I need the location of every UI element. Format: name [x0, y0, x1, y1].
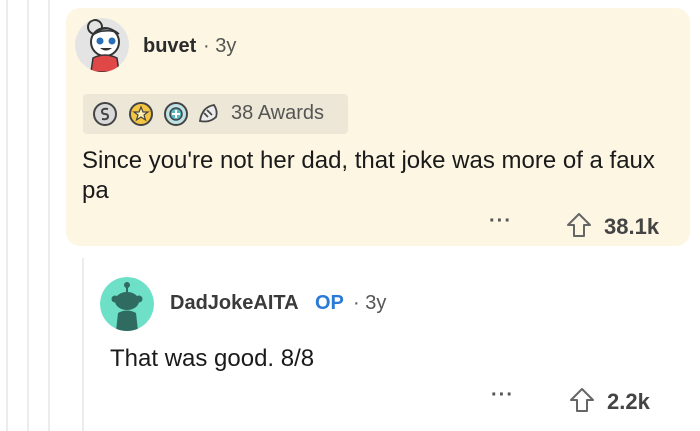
comment-body: That was good. 8/8 [110, 345, 315, 372]
comment-author[interactable]: DadJokeAITA [170, 292, 299, 315]
upvote-icon[interactable] [569, 387, 595, 413]
comment-age: 3y [215, 35, 237, 57]
thread-line[interactable] [48, 0, 50, 431]
thread-line[interactable] [6, 0, 8, 431]
gold-award-icon [129, 102, 153, 126]
op-badge: OP [315, 292, 344, 314]
upvote-icon[interactable] [566, 212, 592, 238]
wholesome-award-icon [198, 104, 218, 123]
awards-count[interactable]: 38 Awards [231, 102, 324, 125]
more-options-button[interactable]: ··· [491, 384, 514, 407]
comment-meta: · 3y [353, 292, 386, 315]
comment-author[interactable]: buvet [143, 35, 196, 58]
comment-body: Since you're not her dad, that joke was … [82, 147, 655, 204]
more-options-button[interactable]: ··· [489, 210, 512, 233]
comment-age: 3y [365, 292, 387, 314]
thread-line[interactable] [82, 258, 84, 431]
avatar[interactable] [75, 18, 129, 72]
thread-line[interactable] [27, 0, 29, 431]
meta-separator: · [353, 292, 360, 314]
vote-score: 2.2k [607, 389, 650, 414]
comment-meta: · 3y [203, 35, 236, 58]
silver-award-icon [93, 102, 117, 126]
vote-score: 38.1k [604, 214, 660, 239]
helpful-award-icon [164, 102, 188, 126]
avatar[interactable] [100, 277, 154, 331]
meta-separator: · [203, 35, 210, 57]
